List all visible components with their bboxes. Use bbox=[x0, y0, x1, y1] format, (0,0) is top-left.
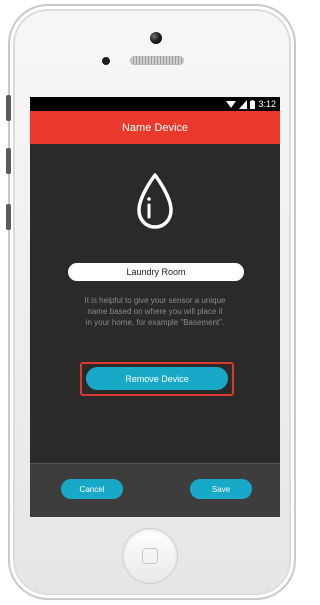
save-button[interactable]: Save bbox=[190, 479, 252, 499]
water-drop-icon bbox=[137, 173, 173, 229]
status-icons: 3:12 bbox=[226, 98, 276, 110]
volume-down-button bbox=[6, 204, 11, 230]
earpiece-speaker bbox=[130, 56, 184, 65]
front-camera bbox=[150, 32, 162, 44]
proximity-sensor bbox=[102, 57, 110, 65]
cancel-button[interactable]: Cancel bbox=[61, 479, 123, 499]
home-button[interactable] bbox=[122, 528, 178, 584]
cell-signal-icon bbox=[239, 99, 248, 109]
mute-switch bbox=[6, 95, 11, 121]
remove-device-button[interactable]: Remove Device bbox=[86, 367, 228, 390]
page-title: Name Device bbox=[121, 121, 189, 134]
help-text: It is helpful to give your sensor a uniq… bbox=[84, 296, 226, 327]
wifi-icon bbox=[226, 100, 237, 108]
status-bar: 3:12 bbox=[30, 97, 280, 111]
home-square-icon bbox=[142, 548, 158, 564]
app-screen: 3:12 Name Device It is helpful to give y… bbox=[30, 97, 280, 517]
status-time: 3:12 bbox=[258, 99, 276, 109]
battery-icon bbox=[250, 99, 256, 109]
header-bar: Name Device bbox=[30, 111, 280, 144]
bottom-action-bar: Cancel Save bbox=[30, 463, 280, 517]
device-name-input[interactable] bbox=[68, 263, 244, 281]
volume-up-button bbox=[6, 148, 11, 174]
